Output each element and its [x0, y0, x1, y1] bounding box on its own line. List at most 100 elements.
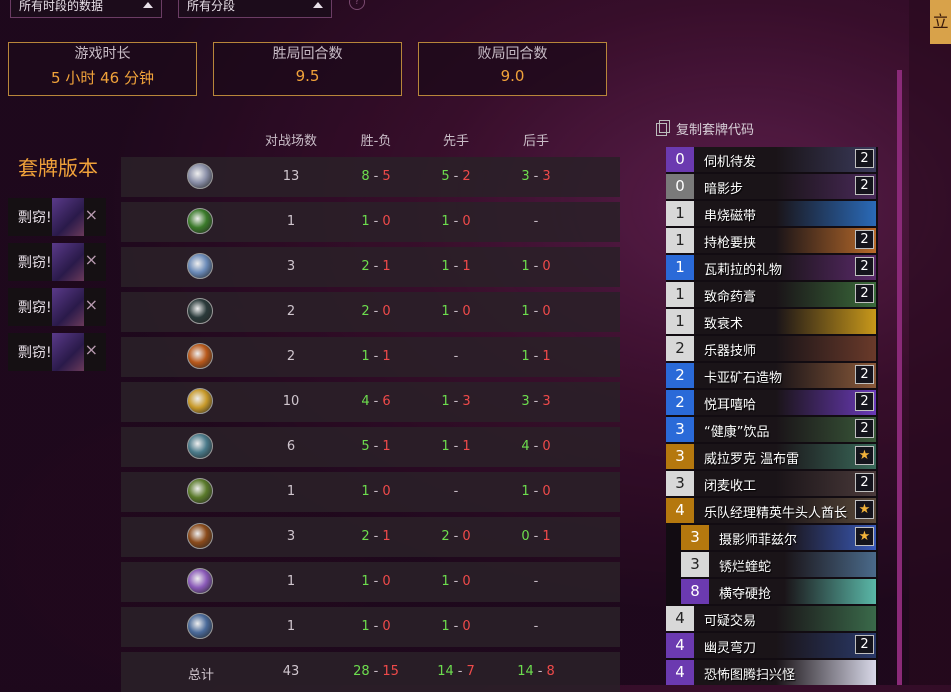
time-range-value: 所有时段的数据 [19, 0, 104, 13]
warlock-icon [187, 523, 213, 549]
first-losses: 1 [462, 259, 471, 274]
card-name: 伺机待发 [704, 155, 757, 170]
deck-card[interactable]: 1 致命药膏 2 [666, 282, 876, 307]
remove-icon[interactable]: × [85, 205, 98, 224]
table-row[interactable]: 22-01-01-0 [121, 292, 620, 332]
second-wins: 1 [521, 484, 530, 499]
card-count: 2 [855, 149, 874, 168]
corner-button[interactable]: 立 [930, 0, 951, 44]
deck-card[interactable]: 3 锈烂蝰蛇 [681, 552, 876, 577]
caret-up-icon [143, 2, 153, 8]
win-loss-cell: 28-15 [336, 664, 416, 679]
deck-versions-title: 套牌版本 [18, 156, 98, 180]
table-row[interactable]: 65-11-14-0 [121, 427, 620, 467]
legendary-star-icon: ★ [855, 446, 874, 465]
druid-icon [187, 208, 213, 234]
separator: - [373, 214, 379, 229]
card-art: 串烧磁带 [694, 201, 876, 226]
deck-card[interactable]: 1 瓦莉拉的礼物 2 [666, 255, 876, 280]
deck-version-label: 剽窃! [18, 210, 52, 226]
second-cell: 14-8 [496, 664, 576, 679]
stat-game-time: 游戏时长 5 小时 46 分钟 [8, 42, 197, 96]
mage-icon [187, 253, 213, 279]
rank-range-dropdown[interactable]: 所有分段 [178, 0, 332, 18]
deck-card[interactable]: 2 乐器技师 [666, 336, 876, 361]
card-art: 可疑交易 [694, 606, 876, 631]
time-range-dropdown[interactable]: 所有时段的数据 [10, 0, 162, 18]
separator: - [453, 304, 459, 319]
first-losses: 0 [462, 574, 471, 589]
deck-version-item[interactable]: 剽窃! × [8, 243, 106, 281]
deck-card[interactable]: 1 持枪要挟 2 [666, 228, 876, 253]
deck-card[interactable]: 1 致衰术 [666, 309, 876, 334]
deck-card[interactable]: 2 悦耳嘻哈 2 [666, 390, 876, 415]
deck-version-item[interactable]: 剽窃! × [8, 333, 106, 371]
separator: - [453, 439, 459, 454]
card-art: 伺机待发 2 [694, 147, 876, 172]
first-wins: 1 [441, 619, 450, 634]
separator: - [373, 484, 379, 499]
deck-card[interactable]: 4 乐队经理精英牛头人酋长 ★ [666, 498, 876, 523]
deck-card[interactable]: 3 威拉罗克 温布雷 ★ [666, 444, 876, 469]
copy-deck-code-button[interactable]: 复制套牌代码 [656, 119, 754, 138]
first-cell: 1-0 [416, 214, 496, 229]
win-loss-cell: 1-0 [336, 619, 416, 634]
overall-wins: 8 [361, 169, 370, 184]
rogue-icon [187, 298, 213, 324]
deck-version-thumbnail [52, 333, 84, 371]
deck-version-item[interactable]: 剽窃! × [8, 198, 106, 236]
table-row[interactable]: 13 8-5 5-2 3-3 [121, 157, 620, 197]
deck-card[interactable]: 0 暗影步 2 [666, 174, 876, 199]
remove-icon[interactable]: × [85, 340, 98, 359]
stat-label: 游戏时长 [74, 46, 131, 62]
table-row[interactable]: 11-01-0- [121, 202, 620, 242]
card-cost: 3 [681, 525, 709, 550]
table-row[interactable]: 11-01-0- [121, 607, 620, 647]
total-label: 总计 [187, 668, 214, 683]
table-row[interactable]: 32-12-00-1 [121, 517, 620, 557]
card-cost: 1 [666, 201, 694, 226]
table-row[interactable]: 11-01-0- [121, 562, 620, 602]
second-cell: - [496, 214, 576, 229]
deck-card[interactable]: 4 可疑交易 [666, 606, 876, 631]
deck-card[interactable]: 3 闭麦收工 2 [666, 471, 876, 496]
warrior-icon [187, 343, 213, 369]
card-art: 瓦莉拉的礼物 2 [694, 255, 876, 280]
second-cell: 3-3 [496, 394, 576, 409]
remove-icon[interactable]: × [85, 250, 98, 269]
deck-card[interactable]: 3 “健康”饮品 2 [666, 417, 876, 442]
overall-wins: 1 [361, 484, 370, 499]
deck-card[interactable]: 4 恐怖图腾扫兴怪 [666, 660, 876, 685]
win-loss-cell: 1-0 [336, 484, 416, 499]
card-name: 致命药膏 [704, 290, 757, 305]
second-losses: 8 [546, 664, 555, 679]
scrollbar[interactable] [897, 70, 902, 685]
card-art: 持枪要挟 2 [694, 228, 876, 253]
first-wins: 1 [441, 259, 450, 274]
table-row[interactable]: 32-11-11-0 [121, 247, 620, 287]
deck-card[interactable]: 8 横夺硬抢 [681, 579, 876, 604]
card-name: 卡亚矿石造物 [704, 371, 783, 386]
deck-card[interactable]: 3 摄影师菲兹尔 ★ [681, 525, 876, 550]
deck-card[interactable]: 2 卡亚矿石造物 2 [666, 363, 876, 388]
deck-version-item[interactable]: 剽窃! × [8, 288, 106, 326]
deck-card[interactable]: 1 串烧磁带 [666, 201, 876, 226]
separator: - [373, 394, 379, 409]
table-row[interactable]: 10 4-6 1-3 3-3 [121, 382, 620, 422]
card-cost: 0 [666, 147, 694, 172]
stat-loss-turns: 败局回合数 9.0 [418, 42, 607, 96]
remove-icon[interactable]: × [85, 295, 98, 314]
separator: - [533, 349, 539, 364]
win-loss-cell: 2-1 [336, 259, 416, 274]
overall-losses: 1 [382, 349, 391, 364]
card-cost: 2 [666, 390, 694, 415]
separator: - [453, 214, 459, 229]
table-row[interactable]: 11-0-1-0 [121, 472, 620, 512]
help-icon[interactable]: ? [349, 0, 365, 10]
deck-card[interactable]: 4 幽灵弯刀 2 [666, 633, 876, 658]
table-row[interactable]: 21-1-1-1 [121, 337, 620, 377]
card-art: 致衰术 [694, 309, 876, 334]
demonhunter-icon [187, 613, 213, 639]
deck-card[interactable]: 0 伺机待发 2 [666, 147, 876, 172]
separator: - [373, 574, 379, 589]
